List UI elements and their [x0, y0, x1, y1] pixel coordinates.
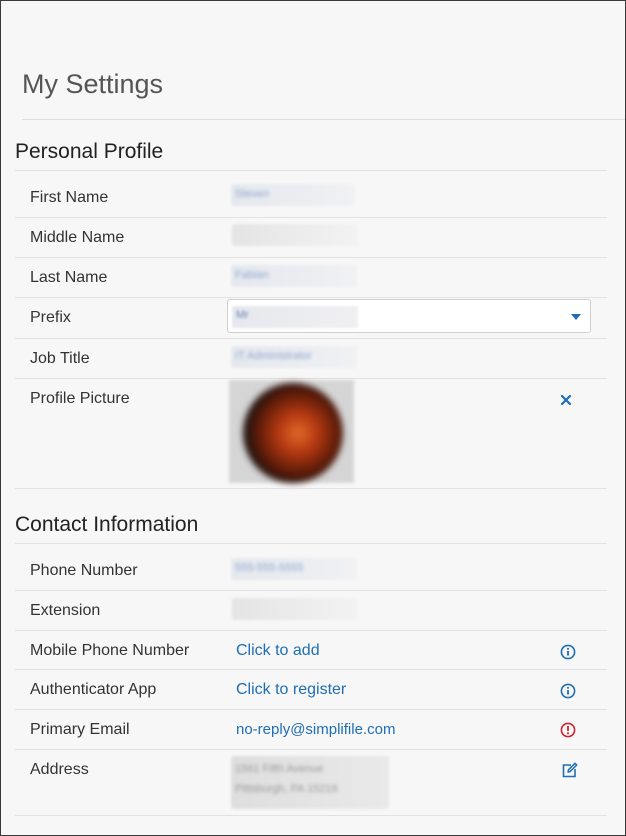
prefix-value: Mr — [236, 309, 249, 321]
profile-picture-label: Profile Picture — [30, 390, 130, 407]
middle-name-field[interactable] — [232, 224, 358, 246]
row-divider — [15, 543, 607, 544]
authenticator-app-label: Authenticator App — [30, 681, 157, 698]
row-divider — [15, 257, 607, 258]
phone-number-field[interactable]: 555-555-5555 — [231, 558, 357, 580]
row-divider — [15, 815, 607, 816]
extension-label: Extension — [30, 602, 101, 619]
close-icon[interactable] — [559, 393, 573, 407]
personal-profile-heading: Personal Profile — [15, 140, 164, 163]
page-title: My Settings — [22, 69, 164, 99]
phone-number-value: 555-555-5555 — [235, 562, 304, 574]
avatar — [243, 383, 343, 483]
row-divider — [15, 590, 607, 591]
row-divider — [15, 709, 607, 710]
address-label: Address — [30, 761, 89, 778]
caret-down-icon[interactable] — [571, 314, 581, 320]
alert-icon[interactable] — [560, 722, 576, 738]
last-name-value: Fabian — [235, 269, 269, 281]
job-title-label: Job Title — [30, 350, 90, 367]
phone-number-label: Phone Number — [30, 562, 138, 579]
profile-picture[interactable] — [229, 380, 354, 483]
info-icon[interactable] — [560, 644, 576, 660]
address-line2: Pittsburgh, PA 15219 — [235, 783, 338, 795]
edit-icon[interactable] — [561, 762, 578, 779]
row-divider — [15, 378, 607, 379]
row-divider — [15, 338, 607, 339]
prefix-label: Prefix — [30, 309, 71, 326]
row-divider — [15, 488, 607, 489]
job-title-value: IT Administrator — [235, 350, 312, 362]
primary-email-label: Primary Email — [30, 721, 130, 738]
mobile-phone-label: Mobile Phone Number — [30, 642, 190, 659]
primary-email-value[interactable]: no-reply@simplifile.com — [236, 721, 395, 738]
first-name-field[interactable]: Steven — [231, 184, 355, 206]
row-divider — [15, 170, 607, 171]
address-line1: 1561 Fifth Avenue — [235, 763, 324, 775]
first-name-value: Steven — [235, 188, 270, 200]
first-name-label: First Name — [30, 189, 109, 206]
address-field[interactable]: 1561 Fifth Avenue Pittsburgh, PA 15219 — [231, 756, 389, 809]
title-divider — [22, 119, 625, 120]
job-title-field[interactable]: IT Administrator — [231, 346, 357, 368]
last-name-field[interactable]: Fabian — [231, 265, 357, 287]
prefix-select-value-bg — [232, 306, 358, 328]
last-name-label: Last Name — [30, 269, 108, 286]
row-divider — [15, 630, 607, 631]
info-icon[interactable] — [560, 683, 576, 699]
row-divider — [15, 217, 607, 218]
add-mobile-phone-link[interactable]: Click to add — [236, 642, 320, 660]
row-divider — [15, 297, 607, 298]
prefix-select[interactable]: Mr — [227, 299, 591, 333]
settings-panel: My Settings Personal Profile First Name … — [0, 0, 626, 836]
extension-field[interactable] — [232, 598, 358, 620]
row-divider — [15, 749, 607, 750]
register-authenticator-link[interactable]: Click to register — [236, 681, 346, 699]
row-divider — [15, 669, 607, 670]
contact-information-heading: Contact Information — [15, 513, 199, 536]
middle-name-label: Middle Name — [30, 229, 125, 246]
